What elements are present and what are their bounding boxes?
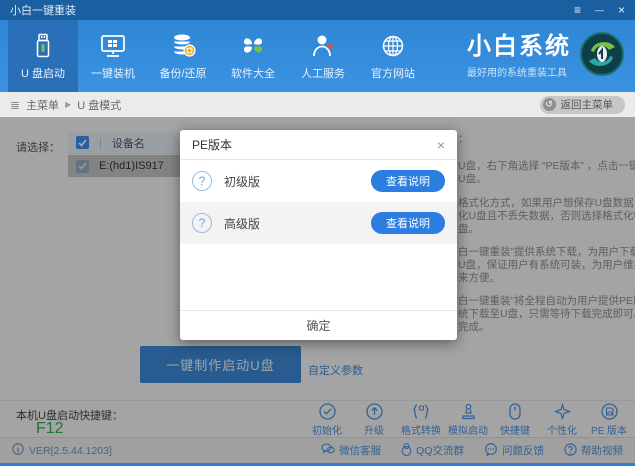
list-icon: ≣ <box>10 97 21 112</box>
nav-item-label: 人工服务 <box>301 67 345 80</box>
brand-name: 小白系统 <box>467 32 571 60</box>
breadcrumb-separator-icon: ▶ <box>65 100 72 109</box>
option-name: 高级版 <box>224 216 261 231</box>
question-mark-icon: ? <box>192 213 212 233</box>
nav-item-label: 一键装机 <box>91 67 135 80</box>
pe-option-basic[interactable]: ? 初级版 查看说明 <box>180 160 457 202</box>
monitor-icon <box>99 32 127 60</box>
main-nav: U 盘启动 一键装机 备份/还原 软件大全 人工服务 官方网站 小白系统 最好用… <box>0 20 635 92</box>
nav-item-software[interactable]: 软件大全 <box>218 20 288 92</box>
app-window: 小白一键重装 ≡ — × U 盘启动 一键装机 备份/还原 软件大全 人工服务 … <box>0 0 635 466</box>
pe-version-dialog: PE版本 × ? 初级版 查看说明 ? 高级版 查看说明 确定 <box>180 130 457 340</box>
breadcrumb-root[interactable]: 主菜单 <box>26 97 59 113</box>
apps-grid-icon <box>240 32 266 60</box>
content-area: 请选择： | 设备名 E:(hd1)IS917 ： U盘，右下角选择 “PE版本… <box>0 117 635 463</box>
minimize-icon[interactable]: — <box>595 0 604 20</box>
back-button-label: 返回主菜单 <box>560 99 614 111</box>
option-name: 初级版 <box>224 174 261 189</box>
view-details-button[interactable]: 查看说明 <box>371 170 445 192</box>
breadcrumb: ≣ 主菜单 ▶ U 盘模式 ↺ 返回主菜单 <box>0 92 635 117</box>
nav-item-website[interactable]: 官方网站 <box>358 20 428 92</box>
nav-item-label: 软件大全 <box>231 67 275 80</box>
view-details-button[interactable]: 查看说明 <box>371 212 445 234</box>
nav-item-label: U 盘启动 <box>21 67 65 80</box>
close-icon[interactable]: × <box>618 0 625 20</box>
person-heart-icon <box>310 32 336 60</box>
brand-logo: 小白系统 最好用的系统重装工具 <box>467 20 625 92</box>
title-bar: 小白一键重装 ≡ — × <box>0 0 635 20</box>
dialog-close-icon[interactable]: × <box>437 138 445 152</box>
nav-item-usb-boot[interactable]: U 盘启动 <box>8 20 78 92</box>
window-title: 小白一键重装 <box>10 5 76 17</box>
breadcrumb-current: U 盘模式 <box>77 99 122 112</box>
usb-drive-icon <box>31 32 55 60</box>
nav-item-label: 备份/还原 <box>159 67 207 80</box>
question-mark-icon: ? <box>192 171 212 191</box>
nav-item-backup-restore[interactable]: 备份/还原 <box>148 20 218 92</box>
menu-icon[interactable]: ≡ <box>574 0 581 20</box>
globe-icon <box>380 32 406 60</box>
database-icon <box>169 32 197 60</box>
brand-logo-icon <box>579 31 625 82</box>
nav-item-support[interactable]: 人工服务 <box>288 20 358 92</box>
pe-option-advanced[interactable]: ? 高级版 查看说明 <box>180 202 457 244</box>
dialog-title: PE版本 <box>192 138 233 152</box>
nav-item-one-key-install[interactable]: 一键装机 <box>78 20 148 92</box>
back-arrow-icon: ↺ <box>542 98 556 111</box>
nav-item-label: 官方网站 <box>371 67 415 80</box>
back-to-main-menu-button[interactable]: ↺ 返回主菜单 <box>539 95 625 114</box>
dialog-header: PE版本 × <box>180 130 457 160</box>
brand-tagline: 最好用的系统重装工具 <box>467 67 567 79</box>
dialog-confirm-button[interactable]: 确定 <box>180 310 457 340</box>
